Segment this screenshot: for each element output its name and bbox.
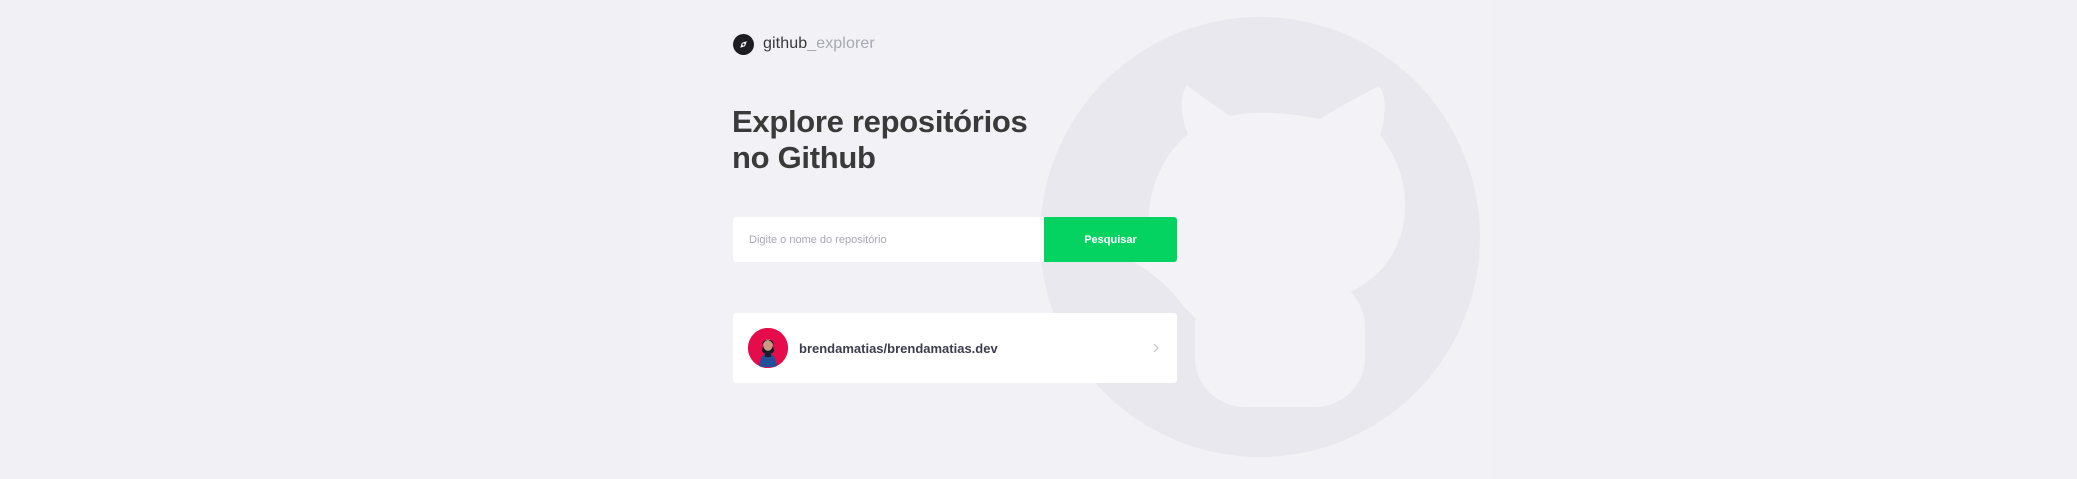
repository-name: brendamatias/brendamatias.dev [799, 340, 998, 356]
search-button[interactable]: Pesquisar [1044, 217, 1177, 262]
chevron-right-icon [1150, 342, 1162, 354]
brand-suffix: _explorer [807, 35, 875, 52]
app-header: github_explorer [733, 33, 875, 55]
repository-card[interactable]: brendamatias/brendamatias.dev [733, 313, 1177, 383]
avatar [748, 328, 788, 368]
page-title-line-1: Explore repositórios [732, 104, 1028, 139]
compass-icon [733, 33, 754, 55]
page-title: Explore repositórios no Github [732, 104, 1052, 176]
repository-search-form: Pesquisar [733, 217, 1177, 262]
page-title-line-2: no Github [732, 140, 876, 175]
brand-prefix: github [763, 35, 808, 52]
github-explorer-page: github_explorer Explore repositórios no … [0, 0, 2077, 479]
repository-list: brendamatias/brendamatias.dev [733, 313, 1177, 383]
brand-logo-text: github_explorer [763, 33, 875, 55]
repository-search-input[interactable] [733, 217, 1044, 262]
